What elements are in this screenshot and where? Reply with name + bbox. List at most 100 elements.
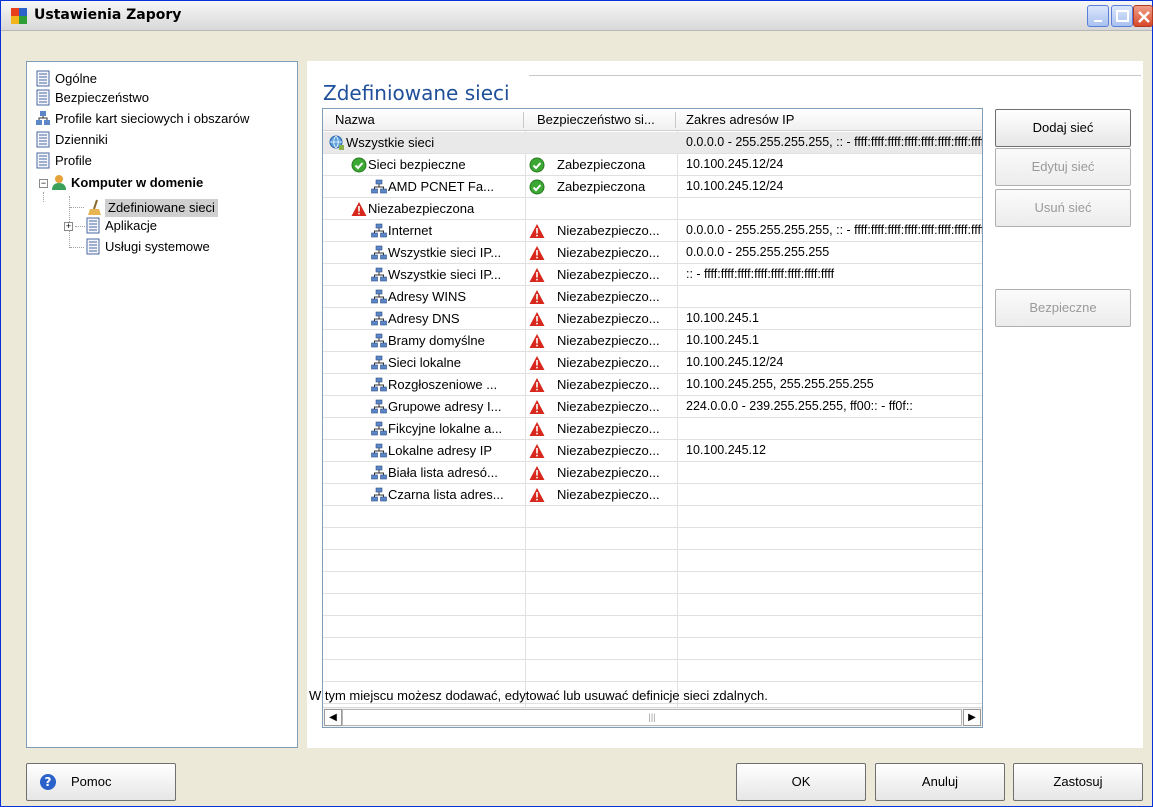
cell-security: Niezabezpieczo... <box>557 311 660 326</box>
tree-line <box>70 247 84 248</box>
mark-safe-button[interactable]: Bezpieczne <box>995 289 1131 327</box>
cell-name: Bramy domyślne <box>388 333 485 348</box>
cell-ip-range: 10.100.245.1 <box>686 333 759 347</box>
column-separator[interactable] <box>523 112 524 128</box>
warning-icon <box>529 333 545 349</box>
maximize-icon <box>1116 10 1129 22</box>
cell-security <box>557 132 675 153</box>
warning-icon <box>529 421 545 437</box>
page-title: Zdefiniowane sieci <box>323 81 510 105</box>
table-row[interactable]: Wszystkie sieci IP... Niezabezpieczo... 0.… <box>323 242 982 264</box>
column-header-ip-range[interactable]: Zakres adresów IP <box>686 112 794 127</box>
remove-network-button[interactable]: Usuń sieć <box>995 189 1131 227</box>
table-row[interactable]: Adresy WINS Niezabezpieczo... <box>323 286 982 308</box>
table-row[interactable]: Rozgłoszeniowe ... Niezabezpieczo... 10.10… <box>323 374 982 396</box>
cell-ip-range: 10.100.245.12/24 <box>686 157 784 171</box>
table-row[interactable]: Lokalne adresy IP Niezabezpieczo... 10.100… <box>323 440 982 462</box>
cell-security: Niezabezpieczo... <box>557 245 660 260</box>
scroll-left-button[interactable]: ◀ <box>324 709 342 726</box>
tree-line <box>43 192 44 202</box>
network-icon <box>371 443 387 459</box>
table-row[interactable]: Adresy DNS Niezabezpieczo... 10.100.245.1 <box>323 308 982 330</box>
network-icon <box>371 179 387 195</box>
networks-table: Nazwa Bezpieczeństwo si... Zakres adresó… <box>322 108 983 728</box>
table-row[interactable]: Bramy domyślne Niezabezpieczo... 10.100.24… <box>323 330 982 352</box>
table-row[interactable]: Niezabezpieczona <box>323 198 982 220</box>
document-icon <box>36 131 50 148</box>
section-divider <box>529 75 1141 76</box>
cell-name: Biała lista adresó... <box>388 465 498 480</box>
network-icon <box>371 333 387 349</box>
table-row[interactable]: Grupowe adresy I... Niezabezpieczo... 224.… <box>323 396 982 418</box>
table-row[interactable]: Sieci bezpieczne Zabezpieczona 10.100.245.… <box>323 154 982 176</box>
maximize-button[interactable] <box>1111 5 1133 27</box>
network-icon <box>371 223 387 239</box>
svg-text:?: ? <box>45 775 52 789</box>
table-row[interactable]: Wszystkie sieci IP... Niezabezpieczo...::… <box>323 264 982 286</box>
cell-ip-range <box>686 462 982 483</box>
cell-name: Rozgłoszeniowe ... <box>388 377 498 392</box>
expand-toggle[interactable]: + <box>64 222 73 231</box>
help-button[interactable]: ? Pomoc <box>26 763 176 801</box>
column-header-security[interactable]: Bezpieczeństwo si... <box>537 112 655 127</box>
cell-ip-range <box>686 286 982 307</box>
warning-icon <box>529 223 545 239</box>
help-icon: ? <box>40 774 56 790</box>
tree-item-label: Profile kart sieciowych i obszarów <box>55 111 250 126</box>
empty-row <box>323 528 982 550</box>
close-button[interactable] <box>1133 5 1153 27</box>
cell-security <box>557 198 675 219</box>
scroll-right-button[interactable]: ▶ <box>963 709 981 726</box>
check-icon <box>351 157 367 173</box>
tree-line <box>75 226 85 227</box>
table-row[interactable]: Sieci lokalne Niezabezpieczo... 10.100.245… <box>323 352 982 374</box>
cell-ip-range <box>686 418 982 439</box>
table-row[interactable]: Fikcyjne lokalne a... Niezabezpieczo... <box>323 418 982 440</box>
table-row[interactable]: AMD PCNET Fa... Zabezpieczona 10.100.245.1… <box>323 176 982 198</box>
cell-name: Wszystkie sieci IP... <box>388 267 502 282</box>
table-row[interactable]: Internet Niezabezpieczo... 0.0.0.0 - 255.2… <box>323 220 982 242</box>
empty-row <box>323 506 982 528</box>
column-header-name[interactable]: Nazwa <box>335 112 375 127</box>
ok-button[interactable]: OK <box>736 763 866 801</box>
table-row[interactable]: Biała lista adresó... Niezabezpieczo... <box>323 462 982 484</box>
cell-security: Zabezpieczona <box>557 157 646 172</box>
warning-icon <box>529 355 545 371</box>
cell-ip-range: 224.0.0.0 - 239.255.255.255, ff00:: - ff… <box>686 399 913 413</box>
cell-ip-range: 0.0.0.0 - 255.255.255.255, :: - ffff:fff… <box>686 135 982 149</box>
warning-icon <box>351 201 367 217</box>
table-row[interactable]: Czarna lista adres... Niezabezpieczo... <box>323 484 982 506</box>
document-icon <box>36 89 50 106</box>
horizontal-scrollbar[interactable]: ◀ ||| ▶ <box>323 707 982 727</box>
empty-row <box>323 616 982 638</box>
edit-network-button[interactable]: Edytuj sieć <box>995 148 1131 186</box>
cell-ip-range <box>686 198 982 219</box>
cell-name: Grupowe adresy I... <box>388 399 502 414</box>
warning-icon <box>529 245 545 261</box>
check-icon <box>529 179 545 195</box>
collapse-toggle[interactable]: − <box>39 179 48 188</box>
cell-security: Niezabezpieczo... <box>557 355 660 370</box>
settings-tree: Ogólne Bezpieczeństwo Profile kart sieci… <box>26 61 298 748</box>
warning-icon <box>529 465 545 481</box>
minimize-button[interactable] <box>1087 5 1109 27</box>
cell-name: Wszystkie sieci IP... <box>388 245 502 260</box>
warning-icon <box>529 443 545 459</box>
cell-ip-range: 10.100.245.1 <box>686 311 759 325</box>
network-icon <box>371 245 387 261</box>
apply-button[interactable]: Zastosuj <box>1013 763 1143 801</box>
network-icon <box>371 311 387 327</box>
cell-security: Niezabezpieczo... <box>557 223 660 238</box>
cancel-button[interactable]: Anuluj <box>875 763 1005 801</box>
add-network-button[interactable]: Dodaj sieć <box>995 109 1131 147</box>
empty-row <box>323 550 982 572</box>
table-row[interactable]: Wszystkie sieci 0.0.0.0 - 255.255.255.255… <box>323 132 982 154</box>
cell-security: Niezabezpieczo... <box>557 465 660 480</box>
column-separator[interactable] <box>675 112 676 128</box>
document-icon <box>86 238 100 255</box>
network-icon <box>371 377 387 393</box>
cell-name: Lokalne adresy IP <box>388 443 493 458</box>
scroll-thumb[interactable]: ||| <box>342 709 962 726</box>
cell-security: Niezabezpieczo... <box>557 421 660 436</box>
warning-icon <box>529 311 545 327</box>
